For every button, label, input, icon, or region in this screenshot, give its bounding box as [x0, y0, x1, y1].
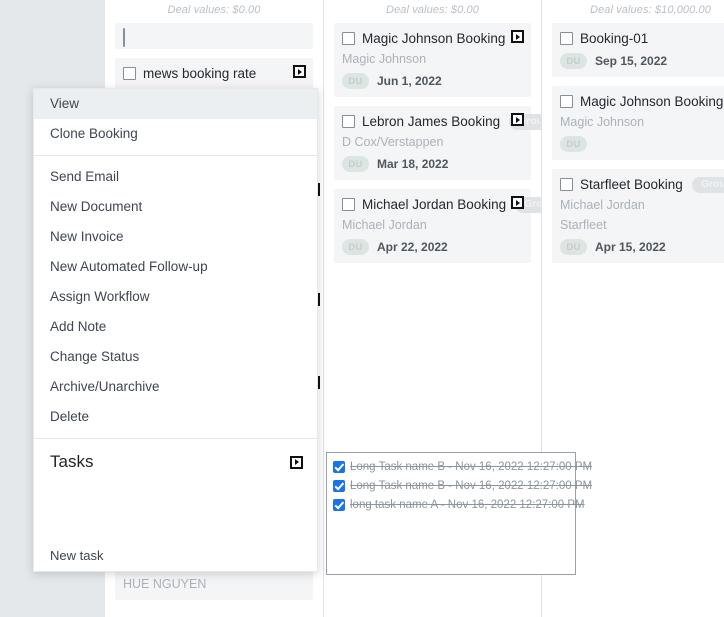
column-2-cards: Magic Johnson Booking Magic Johnson DU Jun …	[334, 23, 541, 263]
booking-card-checkbox[interactable]	[123, 28, 125, 47]
avatar: DU	[342, 239, 369, 255]
booking-card-meta: DU Sep 15, 2022	[560, 53, 724, 69]
tasks-section-header: Tasks	[34, 445, 317, 479]
booking-card-tag: Group	[691, 176, 724, 193]
menu-item-new-automated-follow-up[interactable]: New Automated Follow-up	[34, 252, 317, 282]
task-label: Long Task name B - Nov 16, 2022 12:27:00…	[350, 480, 593, 492]
booking-card-contact: HUE NGUYEN	[123, 577, 207, 591]
deal-values-label-1: Deal values: $0.00	[167, 4, 261, 16]
menu-item-view[interactable]: View	[34, 89, 317, 119]
booking-card-meta: DU Apr 15, 2022	[560, 239, 724, 255]
booking-card-title: Booking-01	[580, 31, 649, 46]
booking-card-title: Magic Johnson Booking	[362, 31, 506, 46]
avatar: DU	[560, 239, 587, 255]
menu-item-change-status[interactable]: Change Status	[34, 342, 317, 372]
task-label: long task name A - Nov 16, 2022 12:27:00…	[350, 499, 585, 511]
booking-card-title: Lebron James Booking	[362, 114, 501, 129]
booking-card-header: Lebron James BookingGroup	[342, 113, 541, 130]
booking-card[interactable]: Magic Johnson Booking Magic Johnson DU Jun …	[334, 23, 531, 97]
menu-item-add-note[interactable]: Add Note	[34, 312, 317, 342]
booking-card-checkbox[interactable]	[560, 32, 573, 45]
booking-card-contact: Michael Jordan	[560, 198, 645, 212]
booking-card-header: Starfleet Booking Group	[560, 176, 724, 193]
task-checkbox[interactable]	[333, 461, 345, 473]
booking-card-contact: Michael Jordan	[342, 218, 427, 232]
menu-item-archive-unarchive[interactable]: Archive/Unarchive	[34, 372, 317, 402]
avatar: DU	[560, 53, 587, 69]
tasks-section-body	[34, 479, 317, 541]
booking-card-checkbox[interactable]	[342, 32, 355, 45]
card-caret-icon[interactable]	[511, 30, 524, 43]
booking-card-title: mews booking rate	[143, 66, 257, 81]
booking-card-company: Starfleet	[560, 218, 607, 232]
deal-values-label-2: Deal values: $0.00	[386, 4, 479, 16]
menu-item-new-invoice[interactable]: New Invoice	[34, 222, 317, 252]
booking-card-checkbox[interactable]	[560, 95, 573, 108]
booking-card-title: Magic Johnson Booking	[580, 94, 724, 109]
booking-card-checkbox[interactable]	[342, 115, 355, 128]
booking-card-meta: DU Mar 18, 2022	[342, 156, 523, 172]
card-caret-icon[interactable]	[511, 196, 524, 209]
card-caret-icon[interactable]	[293, 65, 306, 78]
menu-item-delete[interactable]: Delete	[34, 402, 317, 432]
tasks-popup-list: Long Task name B - Nov 16, 2022 12:27:00…	[333, 460, 592, 512]
booking-card-header: mews booking rate	[123, 65, 305, 82]
booking-card[interactable]	[115, 23, 313, 49]
avatar: DU	[560, 136, 587, 152]
booking-card-checkbox[interactable]	[560, 178, 573, 191]
tasks-popup: Long Task name B - Nov 16, 2022 12:27:00…	[326, 452, 592, 575]
task-item[interactable]: long task name A - Nov 16, 2022 12:27:00…	[333, 498, 585, 512]
booking-card-header: Michael Jordan BookingGroup	[342, 196, 541, 213]
tasks-section-title: Tasks	[50, 452, 94, 471]
booking-card-meta: DU Apr 22, 2022	[342, 239, 523, 255]
booking-card[interactable]: Magic Johnson Booking Magic Johnson DU	[552, 86, 724, 160]
column-3-cards: Booking-01 DU Sep 15, 2022 Magic Johnson Bo…	[552, 23, 724, 263]
menu-item-clone-booking[interactable]: Clone Booking	[34, 119, 317, 149]
booking-card-contact: Magic Johnson	[342, 52, 427, 66]
booking-card-title: Michael Jordan Booking	[362, 197, 507, 212]
booking-card-contact: D Cox/Verstappen	[342, 135, 444, 149]
booking-card[interactable]: Starfleet Booking Group Michael Jordan Star…	[552, 169, 724, 263]
menu-item-assign-workflow[interactable]: Assign Workflow	[34, 282, 317, 312]
booking-card-checkbox[interactable]	[342, 198, 355, 211]
booking-card[interactable]: Lebron James BookingGroup D Cox/Verstappe…	[334, 106, 541, 180]
task-checkbox[interactable]	[333, 499, 345, 511]
booking-card-title: Starfleet Booking	[580, 177, 683, 192]
booking-card[interactable]: Booking-01 DU Sep 15, 2022	[552, 23, 724, 77]
booking-card-meta: DU	[560, 136, 724, 152]
booking-card-header: Booking-01	[560, 30, 724, 47]
play-arrow-icon[interactable]	[290, 455, 303, 469]
card-caret-icon[interactable]	[511, 113, 524, 126]
booking-card-checkbox[interactable]	[123, 67, 136, 80]
context-menu-group-actions: Send Email New Document New Invoice New Aut…	[34, 162, 317, 432]
booking-card-date: Sep 15, 2022	[595, 54, 668, 68]
kanban-board-screen: Deal values: $0.00 mews booking rateKati…	[0, 0, 724, 617]
avatar: DU	[342, 73, 369, 89]
booking-card-header: Magic Johnson Booking	[560, 93, 724, 110]
booking-card-date: Apr 15, 2022	[595, 240, 666, 254]
context-menu-separator-2	[34, 438, 317, 439]
booking-card-header: Magic Johnson Booking	[342, 30, 523, 47]
booking-card-date: Jun 1, 2022	[377, 74, 442, 88]
booking-card-date: Apr 22, 2022	[377, 240, 448, 254]
task-item[interactable]: Long Task name B - Nov 16, 2022 12:27:00…	[333, 479, 592, 493]
booking-card-date: Mar 18, 2022	[377, 157, 449, 171]
booking-context-menu: View Clone Booking Send Email New Document…	[33, 88, 318, 572]
booking-card[interactable]: Michael Jordan BookingGroupMichael Jorda…	[334, 189, 541, 263]
task-checkbox[interactable]	[333, 480, 345, 492]
task-label: Long Task name B - Nov 16, 2022 12:27:00…	[350, 461, 593, 473]
booking-card-meta: DU Jun 1, 2022	[342, 73, 523, 89]
task-item[interactable]: Long Task name B - Nov 16, 2022 12:27:00…	[333, 460, 592, 474]
booking-card-contact: Magic Johnson	[560, 115, 645, 129]
menu-item-new-document[interactable]: New Document	[34, 192, 317, 222]
avatar: DU	[342, 156, 369, 172]
booking-card[interactable]: mews booking rate	[115, 58, 313, 90]
context-menu-group-primary: View Clone Booking	[34, 89, 317, 149]
menu-item-send-email[interactable]: Send Email	[34, 162, 317, 192]
new-task-button[interactable]: New task	[34, 541, 317, 571]
deal-values-label-3: Deal values: $10,000.00	[590, 4, 711, 16]
context-menu-separator-1	[34, 155, 317, 156]
